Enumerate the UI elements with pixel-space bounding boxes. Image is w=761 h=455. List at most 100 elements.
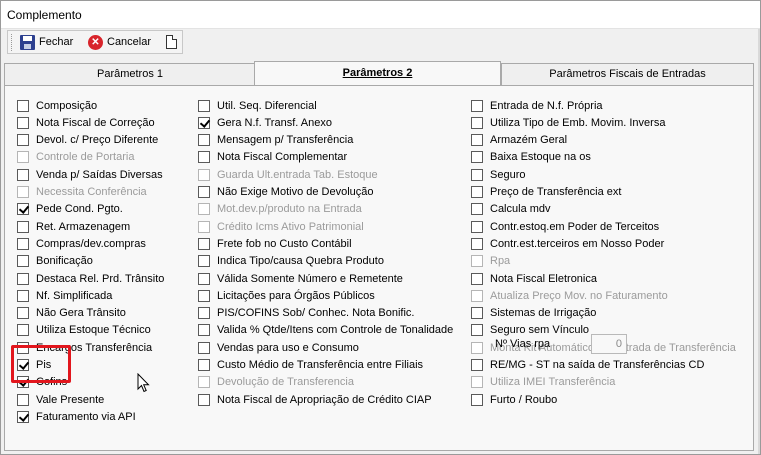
checkbox-box[interactable] — [17, 307, 29, 320]
checkbox-box[interactable] — [471, 203, 483, 216]
checkbox-seguro[interactable]: Seguro — [471, 167, 525, 182]
window-scrollbar[interactable] — [758, 29, 760, 454]
cancelar-button[interactable]: ✕ Cancelar — [85, 32, 154, 52]
checkbox-box[interactable] — [471, 186, 483, 198]
checkbox-mensagem-p-transferencia[interactable]: Mensagem p/ Transferência — [198, 133, 353, 148]
checkbox-utiliza-estoque-tecnico[interactable]: Utiliza Estoque Técnico — [17, 323, 151, 338]
checkbox-devol-c-preco-diferente[interactable]: Devol. c/ Preço Diferente — [17, 133, 158, 148]
checkbox-licitacoes-para-orgaos-publicos[interactable]: Licitações para Órgãos Públicos — [198, 288, 375, 303]
checkbox-nf-simplificada[interactable]: Nf. Simplificada — [17, 288, 112, 303]
checkbox-box[interactable] — [198, 272, 210, 285]
checkbox-box[interactable] — [471, 220, 483, 233]
checkbox-pis-cofins-sob-conhec-nota-bonific[interactable]: PIS/COFINS Sob/ Conhec. Nota Bonific. — [198, 306, 414, 321]
checkbox-entrada-de-n-f-propria[interactable]: Entrada de N.f. Própria — [471, 98, 603, 113]
checkbox-vendas-para-uso-e-consumo[interactable]: Vendas para uso e Consumo — [198, 340, 359, 355]
checkbox-box[interactable] — [17, 324, 29, 337]
checkbox-box[interactable] — [198, 151, 210, 164]
tab-parametros-1[interactable]: Parâmetros 1 — [4, 63, 256, 85]
checkbox-box[interactable] — [17, 99, 29, 112]
checkbox-calcula-mdv[interactable]: Calcula mdv — [471, 202, 551, 217]
toolbar: Fechar ✕ Cancelar — [7, 30, 183, 54]
checkbox-box[interactable] — [198, 289, 210, 302]
checkbox-box[interactable] — [198, 359, 210, 371]
checkbox-box[interactable] — [471, 151, 483, 164]
checkbox-box[interactable] — [17, 255, 29, 268]
checkbox-utiliza-tipo-de-emb-movim-inversa[interactable]: Utiliza Tipo de Emb. Movim. Inversa — [471, 115, 665, 130]
checkbox-box[interactable] — [471, 272, 483, 285]
checkbox-box[interactable] — [471, 359, 483, 371]
checkbox-ret-armazenagem[interactable]: Ret. Armazenagem — [17, 219, 130, 234]
checkbox-box[interactable] — [471, 393, 483, 406]
checkbox-box[interactable] — [198, 393, 210, 406]
checkbox-sistemas-de-irrigacao[interactable]: Sistemas de Irrigação — [471, 306, 596, 321]
tab-parametros-fiscais-entradas[interactable]: Parâmetros Fiscais de Entradas — [501, 63, 754, 85]
checkbox-label: Vendas para uso e Consumo — [217, 341, 359, 354]
checkbox-nota-fiscal-complementar[interactable]: Nota Fiscal Complementar — [198, 150, 347, 165]
checkbox-nao-gera-transito[interactable]: Não Gera Trânsito — [17, 306, 126, 321]
checkbox-valida-qtde-itens-com-controle-de-tonalidade[interactable]: Valida % Qtde/Itens com Controle de Tona… — [198, 323, 453, 338]
checkbox-box[interactable] — [17, 203, 29, 216]
checkbox-box[interactable] — [471, 134, 483, 147]
rpa-vias-input[interactable]: 0 — [591, 334, 627, 354]
checkbox-box[interactable] — [17, 134, 29, 147]
checkbox-box[interactable] — [198, 134, 210, 147]
toolbar-grip[interactable] — [11, 34, 13, 51]
checkbox-faturamento-via-api[interactable]: Faturamento via API — [17, 409, 136, 424]
checkbox-box[interactable] — [17, 116, 29, 129]
checkbox-indica-tipo-causa-quebra-produto[interactable]: Indica Tipo/causa Quebra Produto — [198, 254, 384, 269]
checkbox-re-mg-st-na-saida-de-transferencias-cd[interactable]: RE/MG - ST na saída de Transferências CD — [471, 358, 704, 373]
checkbox-valida-somente-numero-e-remetente[interactable]: Válida Somente Número e Remetente — [198, 271, 403, 286]
checkbox-furto-roubo[interactable]: Furto / Roubo — [471, 392, 557, 407]
checkbox-nota-fiscal-de-apropriacao-de-credito-ciap[interactable]: Nota Fiscal de Apropriação de Crédito CI… — [198, 392, 432, 407]
checkbox-gera-n-f-transf-anexo[interactable]: Gera N.f. Transf. Anexo — [198, 115, 332, 130]
checkbox-frete-fob-no-custo-contabil[interactable]: Frete fob no Custo Contábil — [198, 236, 352, 251]
checkbox-baixa-estoque-na-os[interactable]: Baixa Estoque na os — [471, 150, 591, 165]
checkbox-box[interactable] — [198, 341, 210, 354]
checkbox-box[interactable] — [198, 186, 210, 198]
checkbox-destaca-rel-prd-transito[interactable]: Destaca Rel. Prd. Trânsito — [17, 271, 164, 286]
checkbox-box[interactable] — [471, 324, 483, 337]
checkbox-venda-p-saidas-diversas[interactable]: Venda p/ Saídas Diversas — [17, 167, 163, 182]
tab-parametros-2[interactable]: Parâmetros 2 — [254, 61, 501, 85]
checkbox-util-seq-diferencial[interactable]: Util. Seq. Diferencial — [198, 98, 317, 113]
checkbox-box[interactable] — [17, 410, 29, 423]
checkbox-preco-de-transferencia-ext[interactable]: Preço de Transferência ext — [471, 185, 621, 200]
checkbox-compras-dev-compras[interactable]: Compras/dev.compras — [17, 236, 146, 251]
checkbox-box[interactable] — [198, 255, 210, 268]
checkbox-label: Licitações para Órgãos Públicos — [217, 289, 375, 302]
checkbox-bonificacao[interactable]: Bonificação — [17, 254, 93, 269]
checkbox-box[interactable] — [17, 289, 29, 302]
checkbox-credito-icms-ativo-patrimonial: Crédito Icms Ativo Patrimonial — [198, 219, 364, 234]
checkbox-nota-fiscal-eletronica[interactable]: Nota Fiscal Eletronica — [471, 271, 597, 286]
checkbox-box[interactable] — [198, 307, 210, 320]
checkbox-box[interactable] — [471, 237, 483, 250]
checkbox-box[interactable] — [198, 99, 210, 112]
checkbox-box[interactable] — [17, 220, 29, 233]
checkbox-box[interactable] — [17, 393, 29, 406]
checkbox-contr-est-terceiros-em-nosso-poder[interactable]: Contr.est.terceiros em Nosso Poder — [471, 236, 664, 251]
checkbox-box[interactable] — [471, 168, 483, 181]
checkbox-label: Controle de Portaria — [36, 151, 135, 164]
checkbox-box[interactable] — [17, 272, 29, 285]
checkbox-vale-presente[interactable]: Vale Presente — [17, 392, 104, 407]
checkbox-nao-exige-motivo-de-devolucao[interactable]: Não Exige Motivo de Devolução — [198, 185, 374, 200]
checkbox-armazem-geral[interactable]: Armazém Geral — [471, 133, 567, 148]
checkbox-box[interactable] — [198, 237, 210, 250]
new-document-button[interactable] — [163, 32, 180, 52]
checkbox-box[interactable] — [17, 237, 29, 250]
checkbox-box[interactable] — [17, 168, 29, 181]
checkbox-custo-medio-de-transferencia-entre-filiais[interactable]: Custo Médio de Transferência entre Filia… — [198, 358, 423, 373]
checkbox-box[interactable] — [471, 116, 483, 129]
checkbox-seguro-sem-vinculo[interactable]: Seguro sem Vínculo — [471, 323, 589, 338]
checkbox-pede-cond-pgto[interactable]: Pede Cond. Pgto. — [17, 202, 123, 217]
checkbox-box[interactable] — [471, 99, 483, 112]
checkbox-composicao[interactable]: Composição — [17, 98, 97, 113]
checkbox-nota-fiscal-de-correcao[interactable]: Nota Fiscal de Correção — [17, 115, 155, 130]
checkbox-label: Válida Somente Número e Remetente — [217, 272, 403, 285]
checkbox-box[interactable] — [471, 307, 483, 320]
checkbox-contr-estoq-em-poder-de-terceitos[interactable]: Contr.estoq.em Poder de Terceitos — [471, 219, 659, 234]
checkbox-box[interactable] — [198, 324, 210, 337]
fechar-button[interactable]: Fechar — [17, 32, 76, 52]
checkbox-necessita-conferencia: Necessita Conferência — [17, 185, 147, 200]
checkbox-box[interactable] — [198, 116, 210, 129]
